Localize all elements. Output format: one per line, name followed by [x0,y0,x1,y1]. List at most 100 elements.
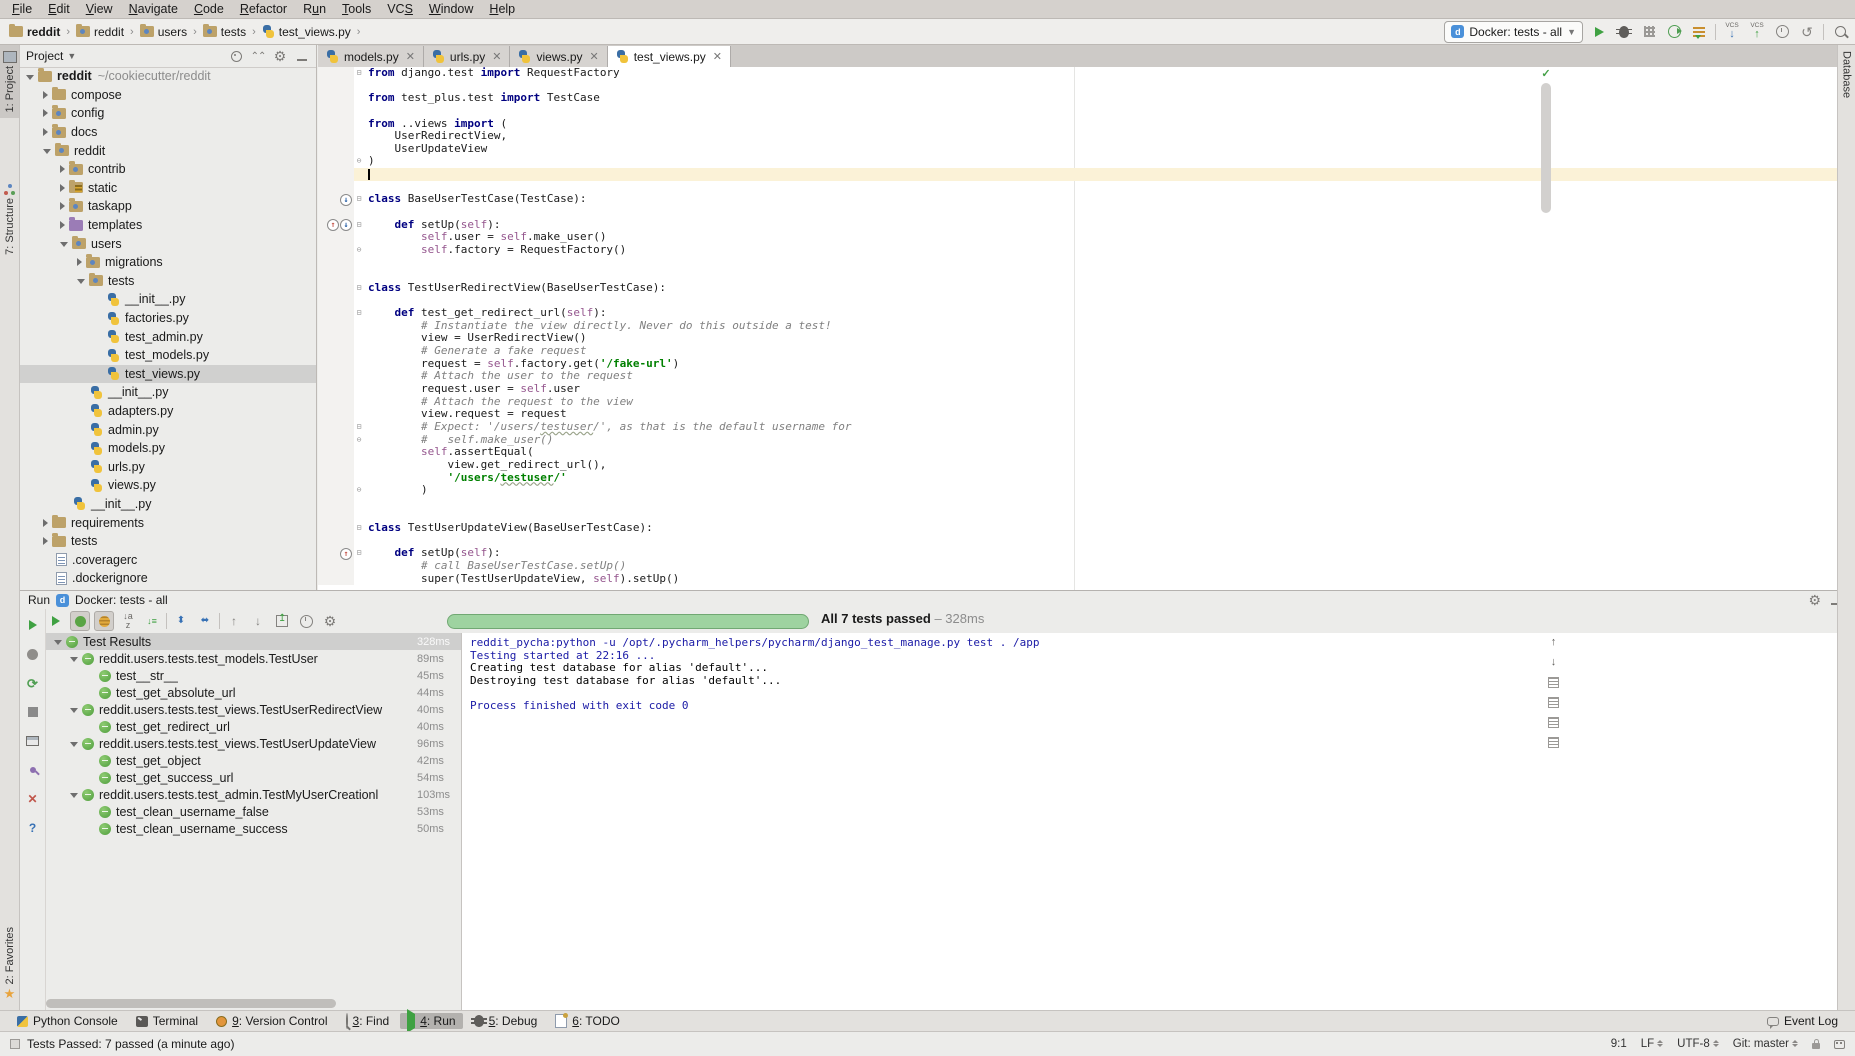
scroll-down-icon[interactable]: ↓ [1551,657,1557,668]
tree-item-requirements[interactable]: requirements [20,513,316,532]
menu-navigate[interactable]: Navigate [121,0,186,18]
run-button[interactable] [1590,23,1608,41]
expanded-arrow-icon[interactable] [70,708,78,713]
show-passed-toggle[interactable] [70,611,90,631]
code-line[interactable]: UserUpdateView [318,143,1838,156]
rerun-failed-tests-button[interactable] [23,644,43,664]
local-history-button[interactable] [1773,23,1791,41]
breadcrumb-item[interactable]: reddit [6,24,63,40]
fold-marker[interactable]: ⊟ [354,522,364,535]
vcs-update-button[interactable]: VCS↓ [1723,23,1741,41]
code-line[interactable]: UserRedirectView, [318,130,1838,143]
test-result-row[interactable]: reddit.users.tests.test_views.TestUserUp… [46,735,461,752]
code-line[interactable]: from ..views import ( [318,118,1838,131]
tree-item-factories.py[interactable]: factories.py [20,309,316,328]
fold-marker[interactable]: ⊟ [354,282,364,295]
expanded-arrow-icon[interactable] [77,279,85,284]
toolwindow-button-3find[interactable]: 3: Find [339,1013,397,1029]
menu-window[interactable]: Window [421,0,481,18]
run-configuration-select[interactable]: d Docker: tests - all ▼ [1444,21,1583,43]
test-result-row[interactable]: test_get_redirect_url40ms [46,718,461,735]
code-line[interactable] [318,497,1838,510]
expand-all-button[interactable]: ⬍ [171,611,191,631]
restore-layout-button[interactable] [23,731,43,751]
locate-file-button[interactable] [228,48,244,64]
editor-tab-urls-py[interactable]: urls.py✕ [424,46,511,67]
close-tab-icon[interactable]: ✕ [406,50,415,63]
collapse-all-button[interactable]: ⌃⌃ [250,48,266,64]
code-line[interactable]: ⊖) [318,155,1838,168]
toolwindow-button-9versioncontrol[interactable]: 9: Version Control [209,1013,334,1029]
overridden-method-icon[interactable]: ↓ [340,219,352,231]
tree-item-reddit[interactable]: reddit [20,141,316,160]
menu-code[interactable]: Code [186,0,232,18]
breadcrumb-item[interactable]: tests [200,24,249,40]
tree-item-compose[interactable]: compose [20,86,316,105]
tree-item-static[interactable]: static [20,179,316,198]
fold-marker[interactable]: ⊖ [354,484,364,497]
collapsed-arrow-icon[interactable] [43,519,48,527]
sidebar-tab-database[interactable]: Database [1838,45,1855,104]
sort-by-duration-button[interactable]: ↓≡ [142,611,162,631]
tree-item-.dockerignore[interactable]: .dockerignore [20,569,316,588]
code-line[interactable]: '/users/testuser/' [318,472,1838,485]
test-result-row[interactable]: reddit.users.tests.test_admin.TestMyUser… [46,786,461,803]
debug-button[interactable] [1615,23,1633,41]
test-result-row[interactable]: test_get_success_url54ms [46,769,461,786]
overrides-method-icon[interactable]: ↑ [327,219,339,231]
tree-item-adapters.py[interactable]: adapters.py [20,402,316,421]
toolwindow-button-eventlog[interactable]: Event Log [1760,1013,1845,1029]
menu-help[interactable]: Help [481,0,523,18]
menu-edit[interactable]: Edit [40,0,78,18]
code-line[interactable] [318,105,1838,118]
breadcrumb-item[interactable]: users [137,24,190,40]
tree-item-__init__.py[interactable]: __init__.py [20,383,316,402]
tree-item-admin.py[interactable]: admin.py [20,420,316,439]
tree-item-docs[interactable]: docs [20,123,316,142]
close-panel-button[interactable]: ✕ [23,789,43,809]
expanded-arrow-icon[interactable] [70,793,78,798]
toolwindow-button-pythonconsole[interactable]: Python Console [10,1013,125,1029]
tree-item-.coveragerc[interactable]: .coveragerc [20,550,316,569]
clear-console-icon[interactable] [1548,737,1559,748]
tree-item-config[interactable]: config [20,104,316,123]
test-console-output[interactable]: reddit_pycha:python -u /opt/.pycharm_hel… [461,633,1855,1010]
code-line[interactable] [318,257,1838,270]
fold-marker[interactable]: ⊟ [354,67,364,80]
tree-item-tests[interactable]: tests [20,532,316,551]
vcs-commit-button[interactable]: VCS↑ [1748,23,1766,41]
close-tab-icon[interactable]: ✕ [492,50,501,63]
tree-item-tests[interactable]: tests [20,272,316,291]
collapsed-arrow-icon[interactable] [60,184,65,192]
tree-item-__init__.py[interactable]: __init__.py [20,495,316,514]
fold-marker[interactable]: ⊟ [354,219,364,232]
expanded-arrow-icon[interactable] [43,149,51,154]
highlighting-level-icon[interactable] [1834,1040,1845,1049]
code-line[interactable] [318,168,1838,181]
panel-settings-icon[interactable]: ⚙ [1808,593,1821,607]
next-failed-test-button[interactable]: ↓ [248,611,268,631]
background-tasks-icon[interactable] [10,1039,20,1049]
tree-item-contrib[interactable]: contrib [20,160,316,179]
expanded-arrow-icon[interactable] [70,657,78,662]
lock-icon[interactable] [1812,1043,1820,1049]
profiler-button[interactable] [1665,23,1683,41]
close-tab-icon[interactable]: ✕ [713,50,722,63]
code-line[interactable]: from test_plus.test import TestCase [318,92,1838,105]
tree-item-views.py[interactable]: views.py [20,476,316,495]
fold-marker[interactable]: ⊟ [354,307,364,320]
collapsed-arrow-icon[interactable] [43,109,48,117]
test-result-row[interactable]: test_get_object42ms [46,752,461,769]
toolwindow-button-4run[interactable]: 4: Run [400,1013,462,1029]
code-line[interactable] [318,535,1838,548]
run-with-coverage-button[interactable] [1640,23,1658,41]
tree-item-models.py[interactable]: models.py [20,439,316,458]
tree-item-reddit[interactable]: reddit~/cookiecutter/reddit [20,67,316,86]
encoding-widget[interactable]: UTF-8 [1677,1038,1719,1050]
collapsed-arrow-icon[interactable] [60,165,65,173]
overrides-method-icon[interactable]: ↑ [340,548,352,560]
overridden-method-icon[interactable]: ↓ [340,194,352,206]
code-line[interactable]: super(TestUserUpdateView, self).setUp() [318,573,1838,586]
menu-file[interactable]: File [4,0,40,18]
toolwindow-button-5debug[interactable]: 5: Debug [467,1013,545,1029]
